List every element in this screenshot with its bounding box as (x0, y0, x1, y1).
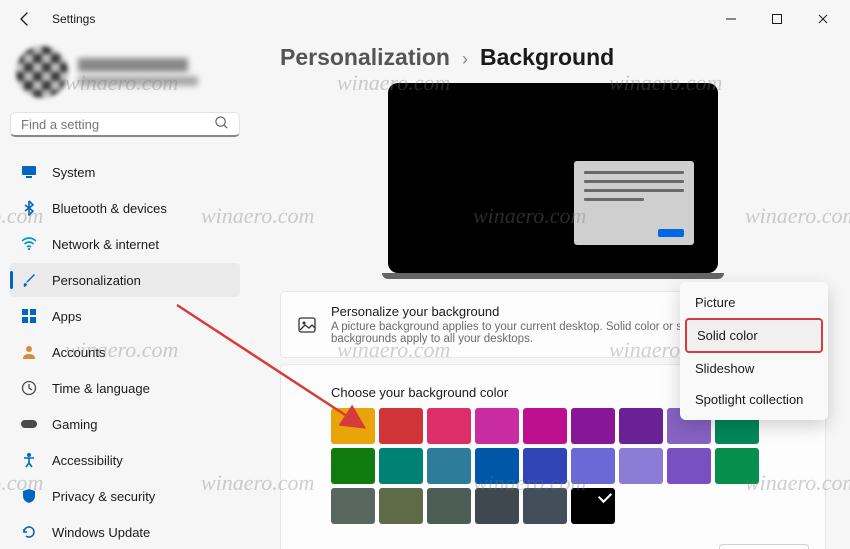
desktop-preview (388, 83, 718, 273)
main-content: Personalization › Background Personalize… (250, 38, 850, 549)
sidebar-item-label: Gaming (52, 417, 98, 432)
sidebar-item-system[interactable]: System (10, 155, 240, 189)
update-icon (20, 523, 38, 541)
user-account-block[interactable] (10, 42, 240, 112)
sidebar-item-windows-update[interactable]: Windows Update (10, 515, 240, 549)
close-button[interactable] (800, 0, 846, 38)
gaming-icon (20, 415, 38, 433)
monitor-icon (20, 163, 38, 181)
shield-icon (20, 487, 38, 505)
sidebar-item-privacy-security[interactable]: Privacy & security (10, 479, 240, 513)
color-swatch[interactable] (475, 408, 519, 444)
color-swatch[interactable] (475, 488, 519, 524)
person-icon (20, 343, 38, 361)
menu-item-slideshow[interactable]: Slideshow (685, 353, 823, 384)
sidebar-item-label: Apps (52, 309, 82, 324)
sidebar-item-accessibility[interactable]: Accessibility (10, 443, 240, 477)
sidebar-item-bluetooth-devices[interactable]: Bluetooth & devices (10, 191, 240, 225)
accessibility-icon (20, 451, 38, 469)
breadcrumb: Personalization › Background (280, 44, 826, 71)
picture-icon (297, 315, 317, 335)
color-swatch[interactable] (571, 448, 615, 484)
color-swatch[interactable] (331, 488, 375, 524)
view-colors-button[interactable]: View colors (719, 544, 809, 549)
breadcrumb-current: Background (480, 44, 614, 71)
search-input[interactable] (21, 117, 214, 132)
color-swatch[interactable] (715, 448, 759, 484)
color-swatch[interactable] (571, 488, 615, 524)
back-button[interactable] (14, 8, 36, 30)
color-swatch[interactable] (475, 448, 519, 484)
sidebar-item-label: Personalization (52, 273, 141, 288)
sidebar-item-label: Time & language (52, 381, 150, 396)
bluetooth-icon (20, 199, 38, 217)
apps-icon (20, 307, 38, 325)
color-swatch[interactable] (427, 448, 471, 484)
color-swatch[interactable] (571, 408, 615, 444)
color-swatch[interactable] (379, 408, 423, 444)
maximize-button[interactable] (754, 0, 800, 38)
color-swatch[interactable] (523, 408, 567, 444)
color-swatch[interactable] (379, 448, 423, 484)
sidebar-item-label: Privacy & security (52, 489, 155, 504)
sidebar-item-network-internet[interactable]: Network & internet (10, 227, 240, 261)
sidebar-item-accounts[interactable]: Accounts (10, 335, 240, 369)
menu-item-spotlight-collection[interactable]: Spotlight collection (685, 384, 823, 415)
color-swatch[interactable] (619, 448, 663, 484)
color-swatch[interactable] (379, 488, 423, 524)
sidebar-item-label: System (52, 165, 95, 180)
color-swatch[interactable] (523, 448, 567, 484)
preview-window-mock (574, 161, 694, 245)
search-icon (214, 115, 229, 133)
menu-item-solid-color[interactable]: Solid color (685, 318, 823, 353)
color-swatch[interactable] (427, 408, 471, 444)
color-swatch[interactable] (619, 408, 663, 444)
sidebar-item-label: Bluetooth & devices (52, 201, 167, 216)
sidebar-item-time-language[interactable]: Time & language (10, 371, 240, 405)
color-swatch[interactable] (667, 448, 711, 484)
color-swatch[interactable] (523, 488, 567, 524)
clock-globe-icon (20, 379, 38, 397)
breadcrumb-sep: › (462, 49, 468, 70)
sidebar-item-label: Windows Update (52, 525, 150, 540)
avatar (16, 46, 68, 98)
sidebar: System Bluetooth & devices Network & inter… (0, 38, 250, 549)
sidebar-item-label: Accounts (52, 345, 105, 360)
color-swatch[interactable] (331, 448, 375, 484)
search-input-wrap[interactable] (10, 112, 240, 137)
color-swatch[interactable] (331, 408, 375, 444)
menu-item-picture[interactable]: Picture (685, 287, 823, 318)
sidebar-item-label: Network & internet (52, 237, 159, 252)
sidebar-item-label: Accessibility (52, 453, 123, 468)
sidebar-item-gaming[interactable]: Gaming (10, 407, 240, 441)
wifi-icon (20, 235, 38, 253)
color-swatch[interactable] (427, 488, 471, 524)
breadcrumb-parent[interactable]: Personalization (280, 44, 450, 71)
sidebar-item-apps[interactable]: Apps (10, 299, 240, 333)
window-title: Settings (52, 12, 95, 26)
minimize-button[interactable] (708, 0, 754, 38)
background-type-menu: PictureSolid colorSlideshowSpotlight col… (680, 282, 828, 420)
sidebar-item-personalization[interactable]: Personalization (10, 263, 240, 297)
brush-icon (20, 271, 38, 289)
